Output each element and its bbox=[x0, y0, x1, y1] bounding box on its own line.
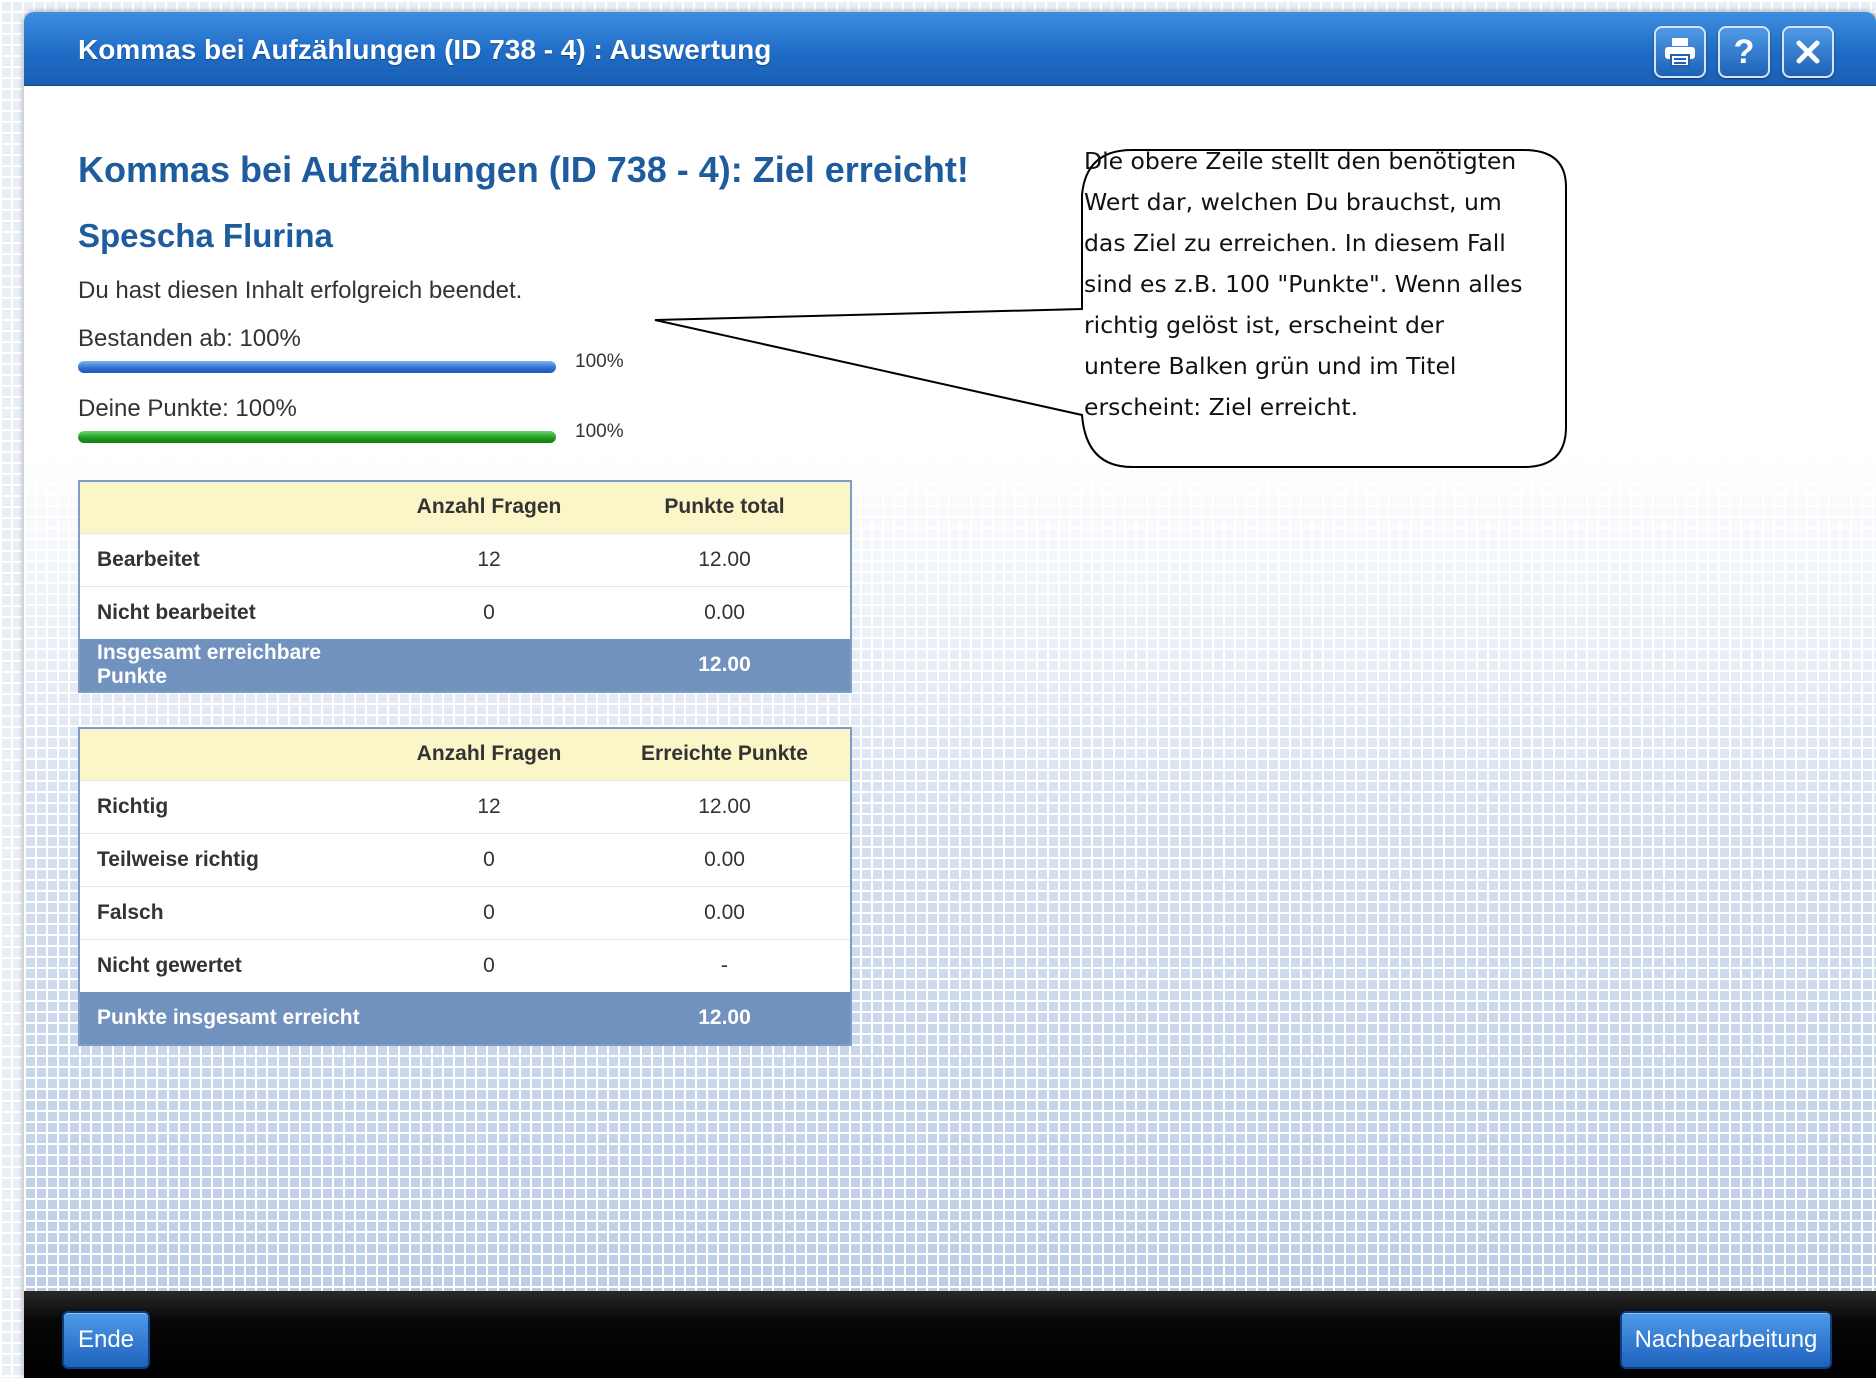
question-count: 12 bbox=[379, 779, 599, 833]
total-count bbox=[379, 639, 599, 692]
column-header: Anzahl Fragen bbox=[379, 728, 599, 780]
column-header bbox=[79, 728, 379, 780]
callout-line: sind es z.B. 100 "Punkte". Wenn alles bbox=[1084, 270, 1523, 298]
close-button[interactable] bbox=[1782, 26, 1834, 78]
results-table: Anzahl Fragen Erreichte Punkte Richtig 1… bbox=[78, 727, 852, 1046]
callout-line: richtig gelöst ist, erscheint der bbox=[1084, 311, 1445, 339]
total-label: Punkte insgesamt erreicht bbox=[79, 992, 379, 1045]
print-icon bbox=[1664, 37, 1696, 67]
dialog-content: Kommas bei Aufzählungen (ID 738 - 4): Zi… bbox=[24, 87, 1876, 1299]
total-label: Insgesamt erreichbare Punkte bbox=[79, 639, 379, 692]
points-value: 0.00 bbox=[599, 885, 851, 939]
dialog-titlebar: Kommas bei Aufzählungen (ID 738 - 4) : A… bbox=[24, 12, 1876, 86]
row-label: Teilweise richtig bbox=[79, 832, 379, 886]
question-count: 0 bbox=[379, 938, 599, 992]
end-button[interactable]: Ende bbox=[62, 1311, 150, 1369]
help-button[interactable]: ? bbox=[1718, 26, 1770, 78]
callout-line: Wert dar, welchen Du brauchst, um bbox=[1084, 188, 1502, 216]
callout-line: Die obere Zeile stellt den benötigten bbox=[1084, 147, 1517, 175]
table-header-row: Anzahl Fragen Erreichte Punkte bbox=[79, 728, 851, 780]
question-count: 0 bbox=[379, 832, 599, 886]
row-label: Richtig bbox=[79, 779, 379, 833]
row-label: Nicht gewertet bbox=[79, 938, 379, 992]
total-points: 12.00 bbox=[599, 639, 851, 692]
callout-text: Die obere Zeile stellt den benötigten We… bbox=[1084, 141, 1524, 428]
review-button[interactable]: Nachbearbeitung bbox=[1620, 1311, 1832, 1369]
table-row: Teilweise richtig 0 0.00 bbox=[79, 832, 851, 886]
callout-line: das Ziel zu erreichen. In diesem Fall bbox=[1084, 229, 1506, 257]
total-count bbox=[379, 992, 599, 1045]
help-icon: ? bbox=[1733, 32, 1755, 71]
total-points: 12.00 bbox=[599, 992, 851, 1045]
callout-line: erscheint: Ziel erreicht. bbox=[1084, 393, 1359, 421]
points-value: 12.00 bbox=[599, 779, 851, 833]
column-header: Erreichte Punkte bbox=[599, 728, 851, 780]
question-count: 0 bbox=[379, 885, 599, 939]
evaluation-dialog: Kommas bei Aufzählungen (ID 738 - 4) : A… bbox=[24, 12, 1876, 1378]
table-row: Nicht gewertet 0 - bbox=[79, 938, 851, 992]
points-value: 0.00 bbox=[599, 832, 851, 886]
callout-line: untere Balken grün und im Titel bbox=[1084, 352, 1457, 380]
table-row: Richtig 12 12.00 bbox=[79, 779, 851, 833]
print-button[interactable] bbox=[1654, 26, 1706, 78]
table-total-row: Insgesamt erreichbare Punkte 12.00 bbox=[79, 639, 851, 692]
close-icon bbox=[1795, 39, 1821, 65]
table-row: Falsch 0 0.00 bbox=[79, 885, 851, 939]
dialog-title: Kommas bei Aufzählungen (ID 738 - 4) : A… bbox=[78, 34, 772, 65]
points-value: - bbox=[599, 938, 851, 992]
dialog-footer: Ende Nachbearbeitung bbox=[24, 1291, 1876, 1378]
table-total-row: Punkte insgesamt erreicht 12.00 bbox=[79, 992, 851, 1045]
callout-bubble bbox=[654, 149, 1567, 468]
row-label: Falsch bbox=[79, 885, 379, 939]
